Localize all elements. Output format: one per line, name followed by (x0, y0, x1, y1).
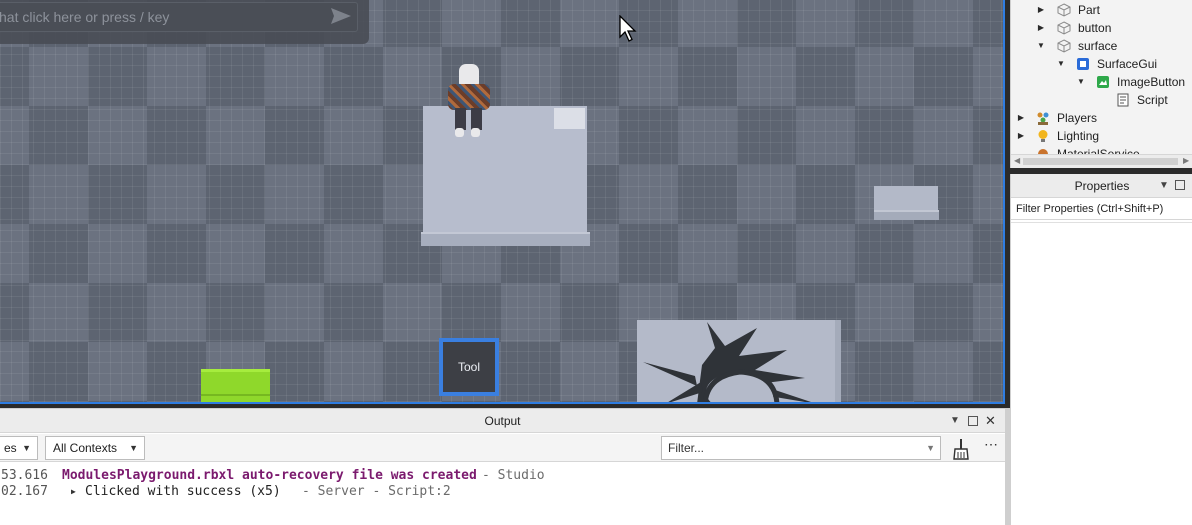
output-panel: Output ▼ ✕ es ▼ All Contexts ▼ Filter...… (0, 408, 1005, 525)
green-button-part[interactable] (201, 369, 270, 402)
explorer-horizontal-scrollbar[interactable]: ◀ ▶ (1011, 154, 1192, 168)
command-bar: hat click here or press / key (0, 0, 369, 44)
chevron-down-icon: ▼ (22, 443, 31, 453)
explorer-item-button[interactable]: ▶ button (1011, 19, 1192, 37)
expand-arrow-icon[interactable]: ▶ (1016, 109, 1026, 127)
log-message: Clicked with success (x5) (85, 484, 281, 499)
send-icon[interactable] (330, 6, 352, 26)
clear-output-broom-icon[interactable] (950, 438, 970, 460)
collapse-arrow-icon[interactable]: ▼ (1076, 73, 1086, 91)
explorer-item-label: button (1078, 21, 1112, 35)
log-timestamp: 02.167 (1, 484, 48, 499)
explorer-item-label: Lighting (1057, 129, 1100, 143)
scrollbar-thumb[interactable] (1023, 158, 1178, 165)
explorer-item-surface[interactable]: ▼ surface (1011, 37, 1192, 55)
log-source: - Studio (482, 468, 545, 483)
lighting-icon (1038, 130, 1048, 142)
output-filter-input[interactable]: Filter... ▼ (661, 436, 941, 460)
small-part-block[interactable] (874, 186, 939, 220)
chevron-down-icon[interactable]: ▼ (1159, 174, 1169, 198)
explorer-item-label: Players (1057, 111, 1098, 125)
script-icon (1117, 93, 1129, 107)
part-icon (1057, 3, 1071, 17)
mouse-cursor-icon (619, 15, 637, 42)
explorer-item-part[interactable]: ▶ Part (1011, 1, 1192, 19)
output-title: Output (484, 414, 521, 428)
close-icon[interactable]: ✕ (985, 409, 996, 433)
dropdown-value: es (4, 441, 17, 455)
expand-arrow-icon[interactable]: ▶ (1036, 19, 1046, 37)
context-dropdown[interactable]: All Contexts ▼ (45, 436, 145, 460)
expand-arrow-icon[interactable]: ▶ (1036, 1, 1046, 19)
log-line: 53.616 ModulesPlayground.rbxl auto-recov… (0, 468, 1005, 484)
dropdown-value: All Contexts (53, 441, 118, 455)
expand-triangle-icon[interactable]: ▶ (71, 484, 76, 500)
collapse-arrow-icon[interactable]: ▼ (1036, 37, 1046, 55)
popout-icon[interactable] (1175, 180, 1185, 190)
explorer-item-script[interactable]: Script (1011, 91, 1192, 109)
part-icon (1057, 21, 1071, 35)
properties-header: Properties ▼ (1011, 174, 1192, 198)
explorer-item-label: Script (1137, 93, 1168, 107)
panel-divider[interactable] (1005, 408, 1010, 525)
command-input[interactable]: hat click here or press / key (0, 2, 358, 32)
chevron-down-icon: ▼ (129, 443, 138, 453)
explorer-item-imagebutton[interactable]: ▼ ImageButton (1011, 73, 1192, 91)
explorer-panel: ▶ Part ▶ button ▼ surface ▼ SurfaceGui ▼… (1010, 0, 1192, 168)
player-avatar (441, 64, 497, 140)
more-options-icon[interactable]: ⋯ (984, 436, 998, 453)
properties-title: Properties (1074, 179, 1130, 193)
part-icon (1057, 39, 1071, 53)
output-log: 53.616 ModulesPlayground.rbxl auto-recov… (0, 465, 1005, 525)
log-timestamp: 53.616 (1, 468, 48, 483)
explorer-item-label: ImageButton (1117, 75, 1186, 89)
explorer-item-label: SurfaceGui (1097, 57, 1158, 71)
explorer-item-label: surface (1078, 39, 1118, 53)
filter-placeholder: Filter... (668, 441, 705, 455)
expand-arrow-icon[interactable]: ▶ (1016, 127, 1026, 145)
explorer-item-label: Part (1078, 3, 1101, 17)
popout-icon[interactable] (968, 416, 978, 426)
properties-list (1011, 222, 1192, 525)
surface-part[interactable] (637, 320, 841, 404)
chevron-down-icon[interactable]: ▼ (926, 437, 935, 459)
log-message: ModulesPlayground.rbxl auto-recovery fil… (62, 468, 477, 483)
explorer-item-players[interactable]: ▶ Players (1011, 109, 1192, 127)
surfacegui-icon (1077, 58, 1089, 70)
explorer-item-surfacegui[interactable]: ▼ SurfaceGui (1011, 55, 1192, 73)
surface-image-icon[interactable] (637, 320, 841, 404)
log-line[interactable]: 02.167 ▶ Clicked with success (x5) - Ser… (0, 484, 1005, 500)
scroll-left-icon[interactable]: ◀ (1014, 156, 1020, 165)
3d-viewport[interactable]: hat click here or press / key Tool (0, 0, 1005, 404)
properties-filter-input[interactable]: Filter Properties (Ctrl+Shift+P) (1011, 198, 1192, 220)
properties-panel: Properties ▼ Filter Properties (Ctrl+Shi… (1010, 174, 1192, 525)
imagebutton-icon (1097, 76, 1109, 88)
output-header: Output ▼ ✕ (0, 409, 1005, 433)
scroll-right-icon[interactable]: ▶ (1183, 156, 1189, 165)
message-level-dropdown[interactable]: es ▼ (0, 436, 38, 460)
explorer-item-lighting[interactable]: ▶ Lighting (1011, 127, 1192, 145)
log-source: - Server - Script:2 (302, 484, 451, 499)
players-icon (1037, 112, 1049, 125)
collapse-arrow-icon[interactable]: ▼ (1056, 55, 1066, 73)
output-toolbar: es ▼ All Contexts ▼ Filter... ▼ ⋯ (0, 434, 1005, 462)
tool-hotbar-slot[interactable]: Tool (439, 338, 499, 396)
chevron-down-icon[interactable]: ▼ (950, 409, 960, 433)
